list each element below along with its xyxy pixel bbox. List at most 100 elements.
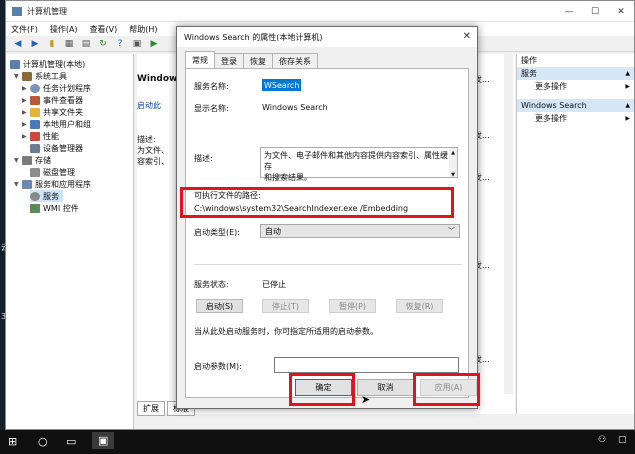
start-button[interactable]: 启动(S)	[196, 299, 243, 313]
clock-icon	[30, 83, 40, 93]
expand-icon[interactable]: ▶	[22, 133, 30, 140]
mouse-cursor-icon: ➤	[361, 393, 371, 406]
expand-icon[interactable]: ▶	[22, 121, 30, 128]
computer-icon	[10, 59, 20, 69]
tree-item-label: 服务和应用程序	[35, 179, 91, 189]
expand-icon[interactable]: ▶	[22, 97, 30, 104]
gear-icon	[30, 191, 40, 201]
display-name-value: Windows Search	[262, 103, 328, 112]
tree-item-task-scheduler[interactable]: ▶ 任务计划程序	[22, 82, 91, 94]
section-title: 服务	[521, 69, 537, 78]
tab-extended[interactable]: 扩展	[137, 401, 165, 416]
start-service-link[interactable]: 启动此	[137, 100, 161, 111]
tree-item-label: 性能	[43, 131, 59, 141]
tab-logon[interactable]: 登录	[214, 53, 244, 68]
actions-section-windows-search[interactable]: Windows Search ▲	[517, 99, 634, 112]
help-icon[interactable]: ?	[114, 38, 126, 49]
search-icon[interactable]: ○	[38, 435, 48, 448]
tree-item-services-apps[interactable]: ▼ 服务和应用程序	[14, 178, 91, 190]
resume-button[interactable]: 恢复(R)	[396, 299, 443, 313]
forward-icon[interactable]: ▶	[29, 38, 41, 49]
start-params-hint: 当从此处启动服务时，你可指定所适用的启动参数。	[194, 327, 378, 336]
tree-item-event-viewer[interactable]: ▶ 事件查看器	[22, 94, 83, 106]
maximize-button[interactable]: ☐	[582, 1, 608, 22]
chevron-right-icon: ▶	[625, 83, 630, 90]
tools-icon	[22, 71, 32, 81]
tree-item-system-tools[interactable]: ▼ 系统工具	[14, 70, 67, 82]
refresh-icon[interactable]: ↻	[97, 38, 109, 49]
minimize-button[interactable]: —	[556, 1, 582, 22]
properties-icon[interactable]: ▤	[80, 38, 92, 49]
taskbar: ⊞ ○ ▭ ▣ ⚇ ▢	[0, 430, 635, 454]
actions-section-services[interactable]: 服务 ▲	[517, 67, 634, 80]
menu-action[interactable]: 操作(A)	[50, 24, 78, 35]
display-name-label: 显示名称:	[194, 104, 229, 113]
tree-item-performance[interactable]: ▶ 性能	[22, 130, 59, 142]
device-manager-icon	[30, 143, 40, 153]
storage-icon	[22, 155, 32, 165]
description-box[interactable]: 为文件、电子邮件和其他内容提供内容索引、属性缓存 和搜索结果。 ▲ ▼	[260, 147, 458, 182]
dialog-title: Windows Search 的属性(本地计算机)	[184, 32, 323, 42]
tree-item-services[interactable]: 服务	[30, 190, 63, 202]
task-view-icon[interactable]: ▭	[66, 435, 76, 448]
expand-icon[interactable]: ▶	[22, 85, 30, 92]
close-button[interactable]: ✕	[608, 1, 634, 22]
service-name-value[interactable]: WSearch	[262, 79, 302, 91]
menu-help[interactable]: 帮助(H)	[129, 24, 157, 35]
description-label: 描述:	[194, 154, 213, 163]
back-icon[interactable]: ◀	[12, 38, 24, 49]
more-actions-item[interactable]: 更多操作 ▶	[517, 80, 634, 93]
divider	[194, 264, 462, 265]
service-status-label: 服务状态:	[194, 280, 229, 289]
notifications-icon[interactable]: ▢	[618, 435, 627, 445]
services-scrollbar[interactable]	[504, 54, 513, 394]
expand-icon[interactable]: ▼	[14, 181, 22, 188]
dialog-close-button[interactable]: ✕	[463, 31, 471, 42]
stop-button[interactable]: 停止(T)	[262, 299, 309, 313]
tab-recovery[interactable]: 恢复	[243, 53, 273, 68]
tree-item-label: 磁盘管理	[43, 167, 75, 177]
tree-item-label: 服务	[43, 191, 59, 201]
tree-item-label: 设备管理器	[43, 143, 83, 153]
description-scrollbar[interactable]: ▲ ▼	[449, 148, 457, 178]
tree-item-wmi[interactable]: WMI 控件	[30, 202, 79, 214]
tab-dependencies[interactable]: 依存关系	[272, 53, 318, 68]
windows-start-icon[interactable]: ⊞	[8, 435, 17, 448]
tree-item-disk-management[interactable]: 磁盘管理	[30, 166, 75, 178]
action-label: 更多操作	[535, 82, 567, 91]
tree-item-label: 存储	[35, 155, 51, 165]
tree-item-shared-folders[interactable]: ▶ 共享文件夹	[22, 106, 83, 118]
window-titlebar: 计算机管理	[6, 1, 634, 22]
description-line: 为文件、电子邮件和其他内容提供内容索引、属性缓存	[264, 151, 448, 171]
expand-icon[interactable]: ▼	[14, 73, 22, 80]
start-params-label: 启动参数(M):	[194, 362, 242, 371]
tree-item-root[interactable]: 计算机管理(本地)	[10, 58, 85, 70]
computer-management-taskbar-icon[interactable]: ▣	[92, 432, 115, 449]
tree-item-label: 本地用户和组	[43, 119, 91, 129]
people-icon[interactable]: ⚇	[598, 435, 606, 445]
show-tree-icon[interactable]: ▦	[63, 38, 75, 49]
expand-icon[interactable]: ▶	[22, 109, 30, 116]
action-label: 更多操作	[535, 114, 567, 123]
section-title: Windows Search	[521, 101, 587, 110]
start-service-icon[interactable]: ▶	[148, 38, 160, 49]
tab-general[interactable]: 常规	[185, 51, 215, 68]
start-params-input[interactable]	[274, 357, 459, 373]
highlight-apply-button	[413, 373, 480, 406]
tree-item-storage[interactable]: ▼ 存储	[14, 154, 51, 166]
tree-item-local-users[interactable]: ▶ 本地用户和组	[22, 118, 91, 130]
more-actions-item[interactable]: 更多操作 ▶	[517, 112, 634, 125]
tree-item-device-manager[interactable]: 设备管理器	[30, 142, 83, 154]
show-panel-icon[interactable]: ▣	[131, 38, 143, 49]
menu-file[interactable]: 文件(F)	[11, 24, 38, 35]
wmi-icon	[30, 203, 40, 213]
folder-icon	[30, 107, 40, 117]
up-folder-icon[interactable]: ▮	[46, 38, 58, 49]
expand-icon[interactable]: ▼	[14, 157, 22, 164]
computer-management-window: 计算机管理 — ☐ ✕ 文件(F) 操作(A) 查看(V) 帮助(H) ◀ ▶ …	[5, 0, 635, 430]
startup-type-select[interactable]: 自动 ﹀	[260, 224, 460, 238]
description-line: 容索引、	[137, 157, 169, 166]
pause-button[interactable]: 暂停(P)	[329, 299, 376, 313]
menu-view[interactable]: 查看(V)	[90, 24, 118, 35]
tree-item-label: WMI 控件	[43, 203, 79, 213]
